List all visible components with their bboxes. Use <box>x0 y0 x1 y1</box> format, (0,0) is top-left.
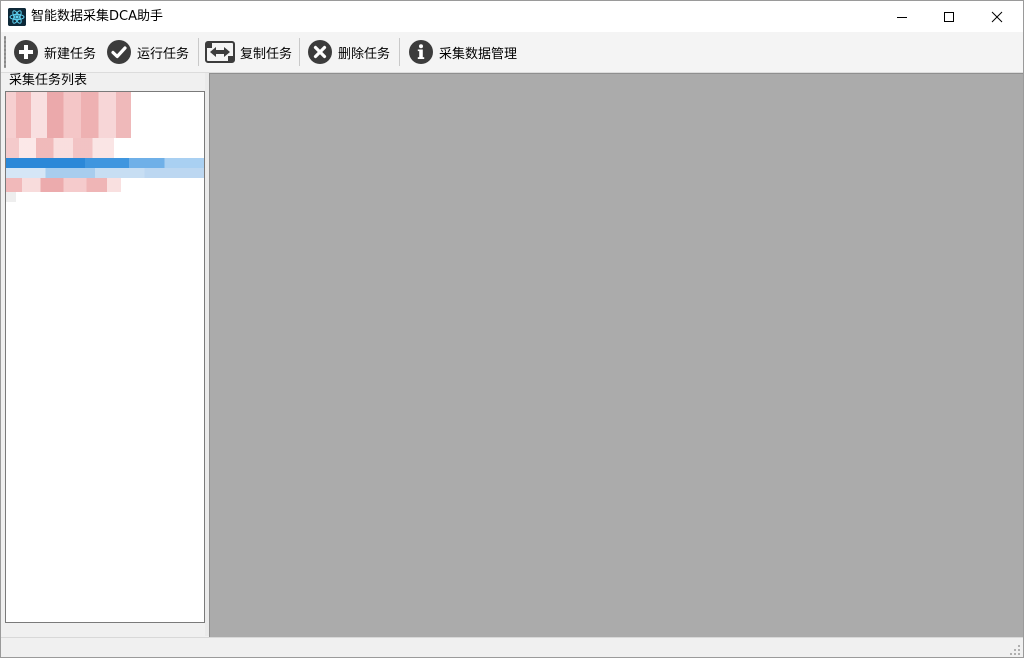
run-task-button[interactable]: 运行任务 <box>106 36 189 68</box>
minimize-button[interactable] <box>879 1 925 32</box>
toolbar-separator <box>198 38 199 66</box>
toolbar-separator <box>299 38 300 66</box>
close-icon <box>991 11 1003 22</box>
x-circle-icon <box>308 40 332 64</box>
atom-icon <box>8 8 26 26</box>
copy-task-button[interactable]: 复制任务 <box>205 36 292 68</box>
maximize-icon <box>944 11 954 22</box>
check-circle-icon <box>107 40 131 64</box>
toolbar: 新建任务 运行任务 复制任务 删除任务 采集数据管理 <box>1 32 1023 73</box>
new-task-label: 新建任务 <box>44 46 97 62</box>
main-content-pane[interactable] <box>209 73 1023 637</box>
delete-task-label: 删除任务 <box>338 46 391 62</box>
maximize-button[interactable] <box>926 1 972 32</box>
copy-arrows-icon <box>205 41 235 63</box>
list-item[interactable] <box>6 178 121 192</box>
minimize-icon <box>897 16 907 18</box>
app-window: 智能数据采集DCA助手 新建任务 运行任务 复制任务 删除任务 采集数据管理 采… <box>0 0 1024 658</box>
plus-circle-icon <box>14 40 38 64</box>
title-bar[interactable]: 智能数据采集DCA助手 <box>1 1 1023 32</box>
list-item-selected[interactable] <box>6 158 204 168</box>
list-item[interactable] <box>6 92 131 138</box>
copy-task-label: 复制任务 <box>240 46 293 62</box>
resize-grip-icon[interactable] <box>1009 644 1021 656</box>
list-item[interactable] <box>6 138 114 158</box>
task-list-label: 采集任务列表 <box>9 73 88 88</box>
run-task-label: 运行任务 <box>137 46 190 62</box>
info-circle-icon <box>409 40 433 64</box>
data-management-button[interactable]: 采集数据管理 <box>408 36 517 68</box>
data-management-label: 采集数据管理 <box>439 46 518 62</box>
toolbar-separator <box>399 38 400 66</box>
delete-task-button[interactable]: 删除任务 <box>307 36 390 68</box>
close-button[interactable] <box>974 1 1020 32</box>
task-list[interactable] <box>5 91 205 623</box>
status-bar <box>1 637 1023 657</box>
window-title: 智能数据采集DCA助手 <box>31 9 163 24</box>
toolbar-grip[interactable] <box>4 36 6 68</box>
new-task-button[interactable]: 新建任务 <box>13 36 96 68</box>
